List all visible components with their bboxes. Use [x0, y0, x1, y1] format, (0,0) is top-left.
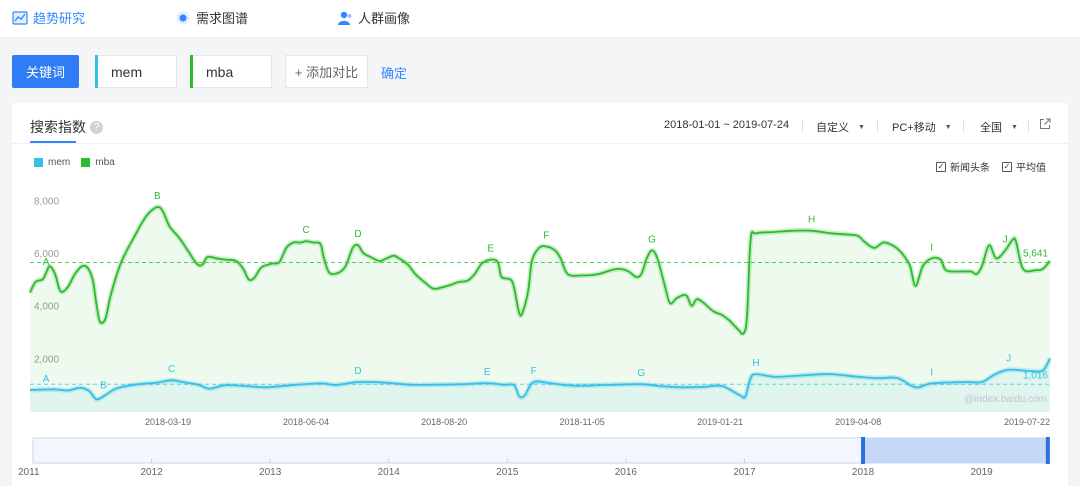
timeline-end-handle[interactable]: [1045, 437, 1050, 464]
annotation-mem-b: B: [100, 380, 107, 391]
timeline-year-label: 2012: [140, 467, 163, 478]
search-index-chart[interactable]: 8,0006,0004,0002,0005,641ABC DEF GHIJ1,016…: [0, 0, 1080, 435]
annotation-mem-a: A: [43, 374, 50, 385]
x-tick-label: 2018-03-19: [145, 417, 191, 427]
annotation-mem-c: C: [168, 364, 175, 375]
average-label-mba: 5,641: [1023, 249, 1048, 260]
timeline-year-label: 2014: [378, 467, 401, 478]
x-tick-label: 2018-11-05: [559, 417, 604, 427]
annotation-mba-e: E: [487, 244, 494, 255]
timeline-year-label: 2019: [970, 467, 993, 478]
x-tick-label: 2019-04-08: [835, 417, 881, 427]
annotation-mba-a: A: [43, 257, 50, 268]
annotation-mba-c: C: [302, 225, 309, 236]
annotation-mem-j: J: [1006, 354, 1011, 365]
timeline-slider[interactable]: 2011 2012 2013 2014 2015 2016 2017 2018 2019: [0, 435, 1080, 486]
x-tick-label: 2018-06-04: [283, 417, 329, 427]
annotation-mba-d: D: [354, 229, 361, 240]
x-tick-label: 2019-01-21: [697, 417, 743, 427]
annotation-mba-j: J: [1003, 234, 1008, 245]
annotation-mba-f: F: [543, 230, 549, 241]
annotation-mba-h: H: [808, 215, 815, 226]
x-tick-label: 2019-07-22: [1004, 417, 1050, 427]
timeline-year-label: 2016: [615, 467, 638, 478]
timeline-selection[interactable]: [863, 438, 1048, 463]
annotation-mba-b: B: [154, 191, 161, 202]
timeline-start-handle[interactable]: [861, 437, 866, 464]
timeline-year-label: 2017: [733, 467, 756, 478]
annotation-mba-i: I: [930, 242, 933, 253]
annotation-mem-h: H: [752, 358, 759, 369]
timeline-year-label: 2011: [18, 467, 40, 478]
annotation-mem-f: F: [531, 366, 537, 377]
timeline-year-label: 2015: [496, 467, 519, 478]
annotation-mba-g: G: [648, 234, 656, 245]
y-tick-label: 8,000: [34, 196, 59, 207]
annotation-mem-g: G: [637, 368, 645, 379]
annotation-mem-e: E: [484, 367, 491, 378]
x-tick-label: 2018-08-20: [421, 417, 467, 427]
watermark: @index.baidu.com: [964, 394, 1047, 405]
timeline-year-label: 2018: [852, 467, 875, 478]
average-label-mem: 1,016: [1023, 370, 1048, 381]
timeline-year-label: 2013: [259, 467, 282, 478]
annotation-mem-i: I: [930, 367, 933, 378]
annotation-mem-d: D: [354, 366, 361, 377]
